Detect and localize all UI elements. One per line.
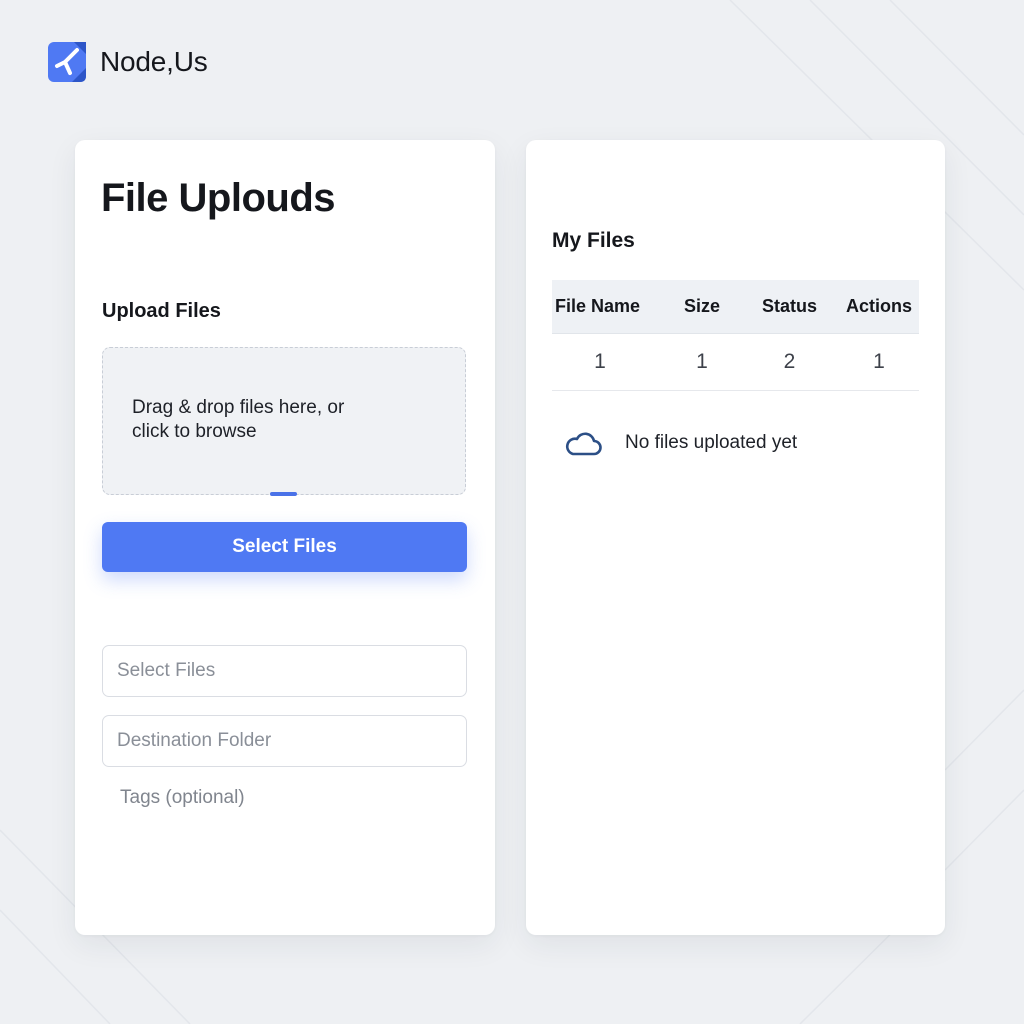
my-files-panel: My Files File Name Size Status Actions 1… (526, 140, 945, 935)
destination-folder-input[interactable] (102, 715, 467, 767)
upload-panel: File Uplouds Upload Files Drag & drop fi… (75, 140, 495, 935)
table-cell-size: 1 (696, 350, 708, 373)
files-table: File Name Size Status Actions 1 1 2 1 (552, 280, 919, 391)
table-header: File Name Size Status Actions (552, 280, 919, 334)
tags-field[interactable]: Tags (optional) (120, 787, 245, 809)
dropzone-indicator (270, 492, 297, 496)
file-dropzone[interactable]: Drag & drop files here, or click to brow… (102, 347, 466, 496)
column-header-actions: Actions (845, 296, 912, 316)
my-files-title: My Files (552, 229, 635, 252)
select-files-input[interactable] (102, 645, 467, 697)
app-logo-icon (48, 42, 86, 82)
table-cell-actions[interactable]: 1 (839, 334, 919, 390)
cloud-icon (565, 432, 602, 456)
dropzone-text: Drag & drop files here, or click to brow… (132, 397, 345, 442)
table-cell-status: 2 (783, 350, 796, 373)
column-header-size[interactable]: Size (677, 280, 727, 333)
column-header-status[interactable]: Status (754, 280, 825, 333)
select-files-button[interactable]: Select Files (102, 522, 467, 572)
upload-section-label: Upload Files (102, 300, 221, 322)
brand[interactable]: Node,Us (48, 42, 208, 82)
empty-state: No files uploated yet (564, 430, 797, 456)
table-row[interactable]: 1 1 2 1 (552, 334, 919, 391)
empty-state-text: No files uploated yet (625, 432, 798, 453)
page-title: File Uplouds (101, 176, 336, 220)
brand-name: Node,Us (100, 46, 208, 77)
column-header-file-name[interactable]: File Name (552, 280, 651, 333)
table-cell-file-name: 1 (594, 350, 606, 373)
